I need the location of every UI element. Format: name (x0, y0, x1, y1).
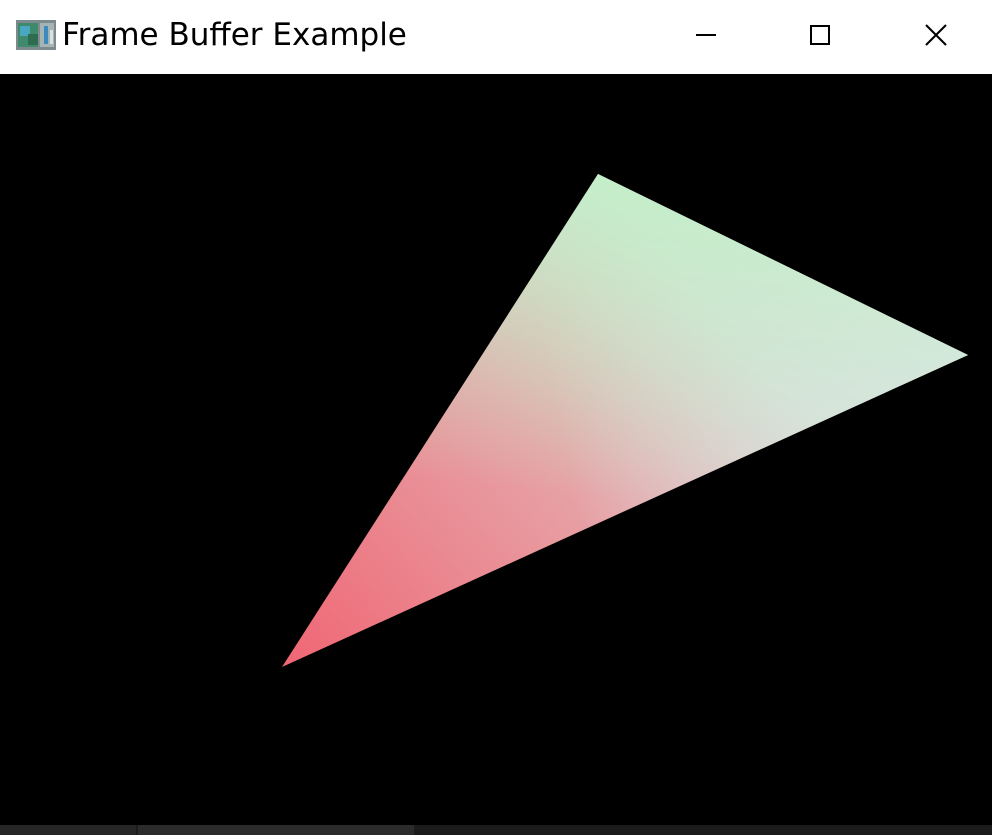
app-window: Frame Buffer Example (0, 0, 992, 835)
minimize-button[interactable] (648, 0, 764, 70)
taskbar-segment (138, 825, 414, 835)
framebuffer-canvas (282, 174, 968, 667)
taskbar-strip (0, 825, 992, 835)
maximize-icon (809, 24, 831, 46)
taskbar-segment (0, 825, 136, 835)
render-viewport[interactable] (0, 74, 992, 825)
title-bar[interactable]: Frame Buffer Example (0, 0, 992, 74)
close-button[interactable] (878, 0, 992, 70)
framebuffer-app-icon (16, 20, 56, 50)
triangle-shade-top (282, 174, 968, 667)
close-icon (924, 23, 948, 47)
maximize-button[interactable] (762, 0, 878, 70)
window-title: Frame Buffer Example (62, 17, 407, 53)
minimize-icon (695, 24, 717, 46)
